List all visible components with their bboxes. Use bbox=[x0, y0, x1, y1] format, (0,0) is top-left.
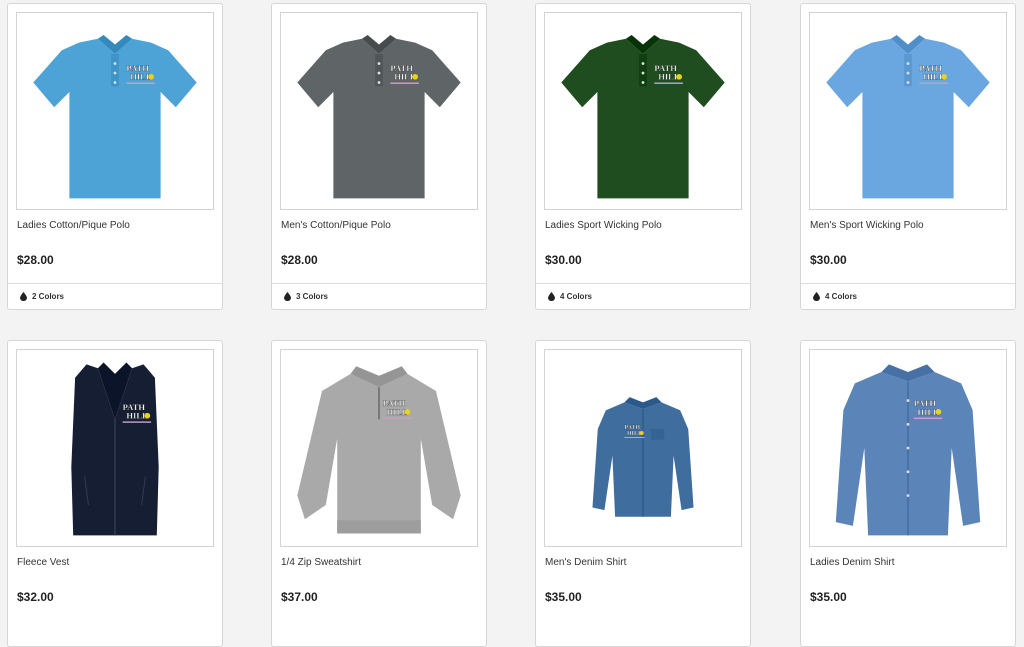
product-card[interactable]: PATH HILL Ladies Cotton/Pique Polo $28.0… bbox=[7, 3, 223, 310]
product-title[interactable]: 1/4 Zip Sweatshirt bbox=[281, 557, 361, 568]
product-title[interactable]: Ladies Sport Wicking Polo bbox=[545, 220, 662, 231]
product-price: $30.00 bbox=[545, 253, 582, 267]
color-count-label: 2 Colors bbox=[32, 292, 65, 301]
card-divider bbox=[536, 283, 750, 284]
product-image[interactable]: PATH HILL bbox=[544, 12, 742, 210]
color-drop-icon bbox=[548, 292, 555, 301]
product-card[interactable]: PATH HILL 1/4 Zip Sweatshirt $37.00 bbox=[271, 340, 487, 647]
product-price: $35.00 bbox=[810, 590, 847, 604]
quarter-zip-sweatshirt-icon: PATH HILL bbox=[297, 366, 461, 534]
product-price: $37.00 bbox=[281, 590, 318, 604]
ladies-denim-shirt-icon: PATH HILL bbox=[835, 364, 981, 536]
product-title[interactable]: Ladies Denim Shirt bbox=[810, 557, 894, 568]
product-title[interactable]: Men's Sport Wicking Polo bbox=[810, 220, 924, 231]
product-title[interactable]: Ladies Cotton/Pique Polo bbox=[17, 220, 130, 231]
mens-polo-icon: PATH HILL bbox=[297, 35, 461, 199]
color-drop-icon bbox=[20, 292, 27, 301]
product-price: $35.00 bbox=[545, 590, 582, 604]
svg-text:HILL: HILL bbox=[627, 431, 642, 437]
color-count[interactable]: 4 Colors bbox=[813, 292, 857, 301]
product-grid: PATH HILL Ladies Cotton/Pique Polo $28.0… bbox=[0, 0, 1024, 647]
product-card[interactable]: PATH HILL Men's Denim Shirt $35.00 bbox=[535, 340, 751, 647]
mens-denim-shirt-icon: PATH HILL bbox=[592, 397, 694, 517]
product-image[interactable]: PATH HILL bbox=[280, 349, 478, 547]
product-title[interactable]: Men's Cotton/Pique Polo bbox=[281, 220, 391, 231]
ladies-sport-polo-icon: PATH HILL bbox=[561, 35, 725, 199]
product-price: $28.00 bbox=[281, 253, 318, 267]
product-image[interactable]: PATH HILL bbox=[809, 349, 1007, 547]
product-price: $30.00 bbox=[810, 253, 847, 267]
product-image[interactable]: PATH HILL bbox=[280, 12, 478, 210]
product-image[interactable]: PATH HILL bbox=[544, 349, 742, 547]
product-card[interactable]: PATH HILL Men's Cotton/Pique Polo $28.00… bbox=[271, 3, 487, 310]
product-price: $28.00 bbox=[17, 253, 54, 267]
svg-text:PATH: PATH bbox=[624, 425, 640, 431]
card-divider bbox=[272, 283, 486, 284]
fleece-vest-icon: PATH HILL bbox=[71, 362, 159, 536]
color-drop-icon bbox=[284, 292, 291, 301]
color-drop-icon bbox=[813, 292, 820, 301]
product-price: $32.00 bbox=[17, 590, 54, 604]
product-card[interactable]: PATH HILL Fleece Vest $32.00 bbox=[7, 340, 223, 647]
product-image[interactable]: PATH HILL bbox=[16, 349, 214, 547]
color-count-label: 4 Colors bbox=[825, 292, 858, 301]
card-divider bbox=[8, 283, 222, 284]
color-count-label: 3 Colors bbox=[296, 292, 329, 301]
color-count[interactable]: 2 Colors bbox=[20, 292, 64, 301]
mens-sport-polo-icon: PATH HILL bbox=[826, 35, 990, 199]
product-card[interactable]: PATH HILL Ladies Sport Wicking Polo $30.… bbox=[535, 3, 751, 310]
product-title[interactable]: Fleece Vest bbox=[17, 557, 69, 568]
product-card[interactable]: PATH HILL Men's Sport Wicking Polo $30.0… bbox=[800, 3, 1016, 310]
product-title[interactable]: Men's Denim Shirt bbox=[545, 557, 626, 568]
product-card[interactable]: PATH HILL Ladies Denim Shirt $35.00 bbox=[800, 340, 1016, 647]
product-image[interactable]: PATH HILL bbox=[16, 12, 214, 210]
ladies-polo-icon: PATH HILL bbox=[33, 35, 197, 199]
card-divider bbox=[801, 283, 1015, 284]
color-count-label: 4 Colors bbox=[560, 292, 593, 301]
color-count[interactable]: 3 Colors bbox=[284, 292, 328, 301]
product-image[interactable]: PATH HILL bbox=[809, 12, 1007, 210]
color-count[interactable]: 4 Colors bbox=[548, 292, 592, 301]
